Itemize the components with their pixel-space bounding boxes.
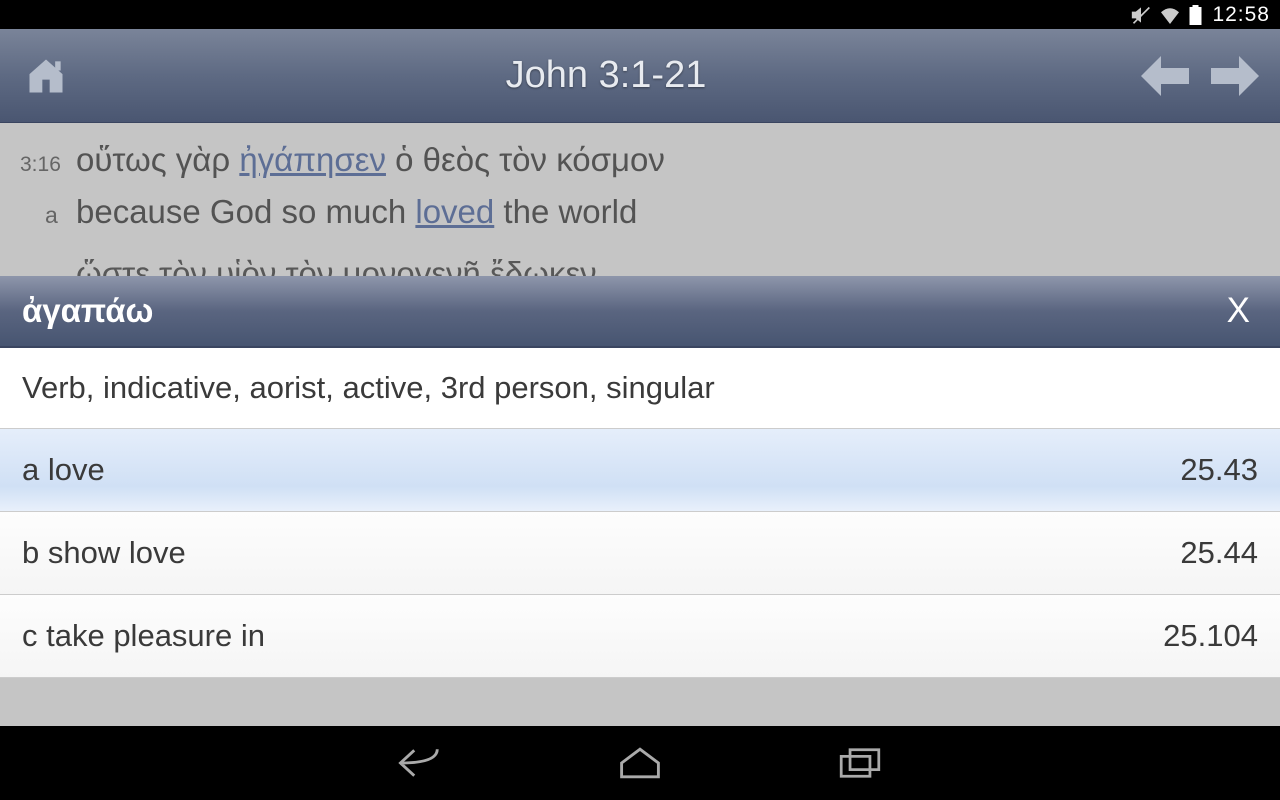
definition-reference: 25.43 — [1180, 452, 1258, 488]
home-nav-icon — [617, 746, 663, 780]
app-header: John 3:1-21 — [0, 29, 1280, 123]
definition-item[interactable]: a love 25.43 — [0, 429, 1280, 512]
arrow-right-icon — [1211, 56, 1259, 96]
previous-button[interactable] — [1140, 51, 1190, 101]
home-icon — [23, 54, 69, 98]
lexicon-header: ἀγαπάω X — [0, 276, 1280, 348]
recent-apps-icon — [839, 747, 881, 779]
nav-arrow-group — [1140, 51, 1260, 101]
parsing-info: Verb, indicative, aorist, active, 3rd pe… — [0, 348, 1280, 429]
lexicon-word: ἀγαπάω — [22, 292, 153, 330]
page-title: John 3:1-21 — [72, 54, 1140, 97]
android-status-bar: 12:58 — [0, 0, 1280, 29]
back-button[interactable] — [395, 743, 445, 783]
home-button[interactable] — [20, 50, 72, 102]
back-icon — [397, 745, 443, 781]
definition-reference: 25.104 — [1163, 618, 1258, 654]
clock-time: 12:58 — [1212, 3, 1270, 27]
android-nav-bar — [0, 726, 1280, 800]
definition-label: b show love — [22, 535, 186, 571]
battery-icon — [1189, 5, 1202, 25]
home-nav-button[interactable] — [615, 743, 665, 783]
definition-item[interactable]: c take pleasure in 25.104 — [0, 595, 1280, 678]
recent-apps-button[interactable] — [835, 743, 885, 783]
wifi-icon — [1159, 6, 1181, 24]
definition-reference: 25.44 — [1180, 535, 1258, 571]
lexicon-panel: ἀγαπάω X Verb, indicative, aorist, activ… — [0, 276, 1280, 678]
content-area: 3:16 οὕτως γὰρ ἠγάπησεν ὁ θεὸς τὸν κόσμο… — [0, 123, 1280, 726]
close-button[interactable]: X — [1219, 291, 1258, 331]
definition-label: c take pleasure in — [22, 618, 265, 654]
definition-label: a love — [22, 452, 105, 488]
next-button[interactable] — [1210, 51, 1260, 101]
definition-item[interactable]: b show love 25.44 — [0, 512, 1280, 595]
arrow-left-icon — [1141, 56, 1189, 96]
mute-icon — [1131, 5, 1151, 25]
